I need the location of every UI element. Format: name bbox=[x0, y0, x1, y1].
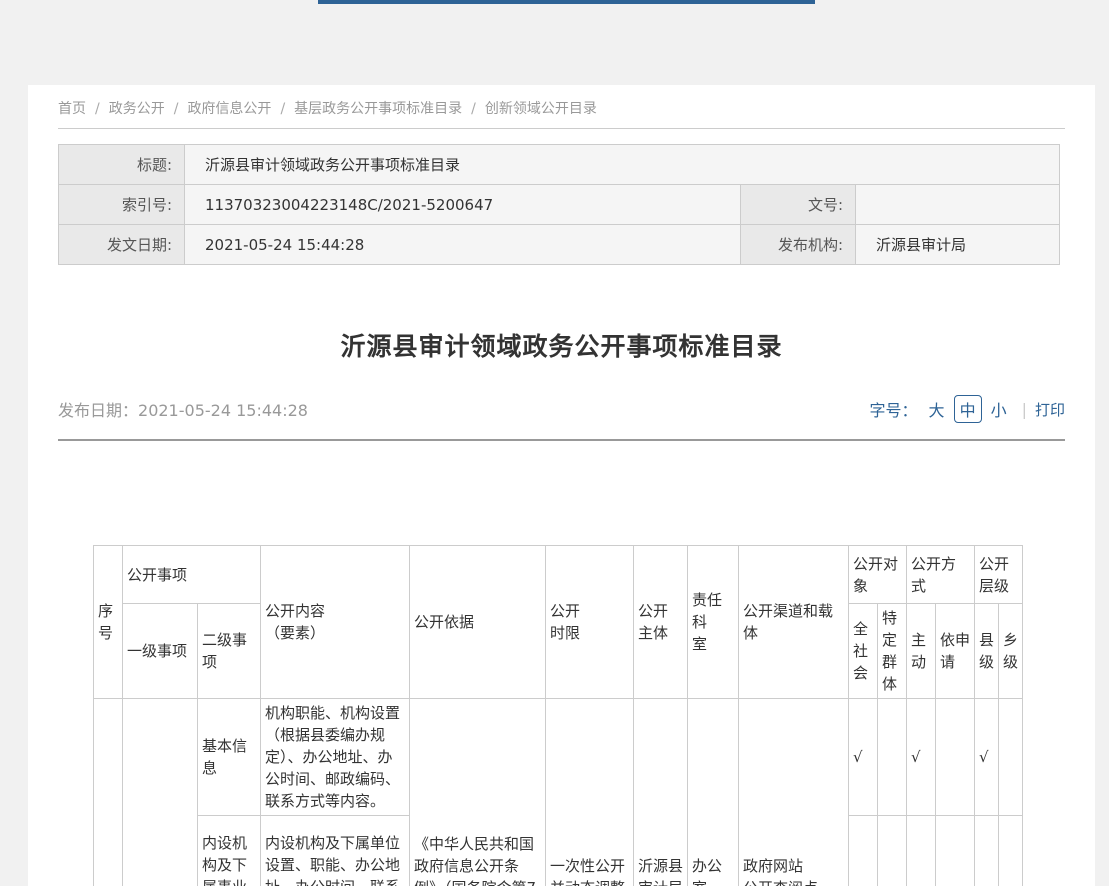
header-item: 公开事项 bbox=[123, 546, 261, 604]
docnum-value bbox=[856, 185, 1060, 225]
font-size-controls: 字号： 大 中 小 | 打印 bbox=[870, 395, 1065, 423]
info-row-title: 标题: 沂源县审计领域政务公开事项标准目录 bbox=[59, 145, 1060, 185]
info-row-index: 索引号: 11370323004223148C/2021-5200647 文号: bbox=[59, 185, 1060, 225]
nav-active-indicator bbox=[318, 0, 815, 4]
check-all-society: √ bbox=[849, 699, 878, 816]
cell-channel: 政府网站 公开查阅点 bbox=[739, 699, 849, 886]
breadcrumb-home[interactable]: 首页 bbox=[58, 101, 86, 117]
check-township-level bbox=[999, 816, 1023, 886]
catalog-table: 序 号 公开事项 公开内容 （要素） 公开依据 公开 时限 公开 主体 责任科 … bbox=[93, 545, 1023, 886]
breadcrumb-jiceng[interactable]: 基层政务公开事项标准目录 bbox=[294, 101, 462, 117]
breadcrumb-xinxi[interactable]: 政府信息公开 bbox=[187, 101, 271, 117]
catalog-header-row-1: 序 号 公开事项 公开内容 （要素） 公开依据 公开 时限 公开 主体 责任科 … bbox=[94, 546, 1023, 604]
header-method: 公开方式 bbox=[907, 546, 975, 604]
breadcrumb-divider bbox=[58, 128, 1065, 129]
check-township-level bbox=[999, 699, 1023, 816]
breadcrumb-separator: / bbox=[95, 101, 100, 117]
cell-seq bbox=[94, 699, 123, 886]
article-divider bbox=[58, 439, 1065, 441]
breadcrumb-separator: / bbox=[471, 101, 476, 117]
cell-department: 办公室 bbox=[688, 699, 739, 886]
header-all-society: 全社 会 bbox=[849, 604, 878, 699]
check-specific-group bbox=[878, 699, 907, 816]
header-time-limit: 公开 时限 bbox=[546, 546, 634, 699]
index-value: 11370323004223148C/2021-5200647 bbox=[185, 185, 741, 225]
font-size-large-button[interactable]: 大 bbox=[924, 396, 950, 422]
cell-level2-item: 内设机构及下属事业单位 bbox=[198, 816, 261, 886]
check-specific-group bbox=[878, 816, 907, 886]
article-meta: 发布日期：2021-05-24 15:44:28 字号： 大 中 小 | 打印 bbox=[58, 395, 1065, 423]
header-level2-item: 二级事 项 bbox=[198, 604, 261, 699]
print-button[interactable]: 打印 bbox=[1035, 399, 1065, 420]
cell-level2-item: 基本信息 bbox=[198, 699, 261, 816]
docnum-label: 文号: bbox=[741, 185, 856, 225]
info-row-date: 发文日期: 2021-05-24 15:44:28 发布机构: 沂源县审计局 bbox=[59, 225, 1060, 265]
header-township-level: 乡 级 bbox=[999, 604, 1023, 699]
publish-date-value: 2021-05-24 15:44:28 bbox=[138, 401, 308, 420]
header-subject: 公开 主体 bbox=[634, 546, 688, 699]
header-level: 公开 层级 bbox=[975, 546, 1023, 604]
meta-separator: | bbox=[1022, 400, 1027, 419]
cell-time-limit: 一次性公开并动态调整 bbox=[546, 699, 634, 886]
cell-subject: 沂源县审计局 bbox=[634, 699, 688, 886]
catalog-data-row-1: 基本信息 机构职能、机构设置（根据县委编办规定）、办公地址、办公时间、邮政编码、… bbox=[94, 699, 1023, 816]
check-all-society: √ bbox=[849, 816, 878, 886]
title-value: 沂源县审计领域政务公开事项标准目录 bbox=[185, 145, 1060, 185]
cell-content: 机构职能、机构设置（根据县委编办规定）、办公地址、办公时间、邮政编码、联系方式等… bbox=[261, 699, 410, 816]
breadcrumb-separator: / bbox=[280, 101, 285, 117]
cell-basis: 《中华人民共和国政府信息公开条例》（国务院令第711号） bbox=[410, 699, 546, 886]
header-audience: 公开对 象 bbox=[849, 546, 907, 604]
header-department: 责任科 室 bbox=[688, 546, 739, 699]
breadcrumb-zhengwu[interactable]: 政务公开 bbox=[109, 101, 165, 117]
check-county-level: √ bbox=[975, 816, 999, 886]
check-proactive: √ bbox=[907, 816, 936, 886]
header-proactive: 主 动 bbox=[907, 604, 936, 699]
index-label: 索引号: bbox=[59, 185, 185, 225]
font-size-label: 字号： bbox=[870, 397, 918, 421]
agency-label: 发布机构: bbox=[741, 225, 856, 265]
breadcrumb-separator: / bbox=[174, 101, 179, 117]
page-content: 首页 / 政务公开 / 政府信息公开 / 基层政务公开事项标准目录 / 创新领域公开目录 标题:… bbox=[28, 85, 1095, 886]
header-on-request: 依申 请 bbox=[936, 604, 975, 699]
check-county-level: √ bbox=[975, 699, 999, 816]
header-basis: 公开依据 bbox=[410, 546, 546, 699]
page-title: 沂源县审计领域政务公开事项标准目录 bbox=[58, 327, 1065, 363]
header-seq: 序 号 bbox=[94, 546, 123, 699]
check-on-request bbox=[936, 699, 975, 816]
document-info-table: 标题: 沂源县审计领域政务公开事项标准目录 索引号: 1137032300422… bbox=[58, 144, 1060, 265]
check-proactive: √ bbox=[907, 699, 936, 816]
font-size-small-button[interactable]: 小 bbox=[986, 396, 1012, 422]
header-level1-item: 一级事项 bbox=[123, 604, 198, 699]
cell-level1-item bbox=[123, 699, 198, 886]
header-county-level: 县 级 bbox=[975, 604, 999, 699]
title-label: 标题: bbox=[59, 145, 185, 185]
check-on-request bbox=[936, 816, 975, 886]
pubdate-value: 2021-05-24 15:44:28 bbox=[185, 225, 741, 265]
breadcrumb-chuangxin[interactable]: 创新领域公开目录 bbox=[485, 101, 597, 117]
header-channel: 公开渠道和载 体 bbox=[739, 546, 849, 699]
cell-content: 内设机构及下属单位设置、职能、办公地址、办公时间、联系方式、负责人姓名等 bbox=[261, 816, 410, 886]
pubdate-label: 发文日期: bbox=[59, 225, 185, 265]
agency-value: 沂源县审计局 bbox=[856, 225, 1060, 265]
breadcrumb: 首页 / 政务公开 / 政府信息公开 / 基层政务公开事项标准目录 / 创新领域公开目录 bbox=[58, 85, 1065, 119]
publish-date-label: 发布日期： bbox=[58, 401, 138, 420]
publish-date: 发布日期：2021-05-24 15:44:28 bbox=[58, 397, 308, 421]
header-specific-group: 特定群体 bbox=[878, 604, 907, 699]
header-content: 公开内容 （要素） bbox=[261, 546, 410, 699]
font-size-medium-button[interactable]: 中 bbox=[954, 395, 982, 423]
